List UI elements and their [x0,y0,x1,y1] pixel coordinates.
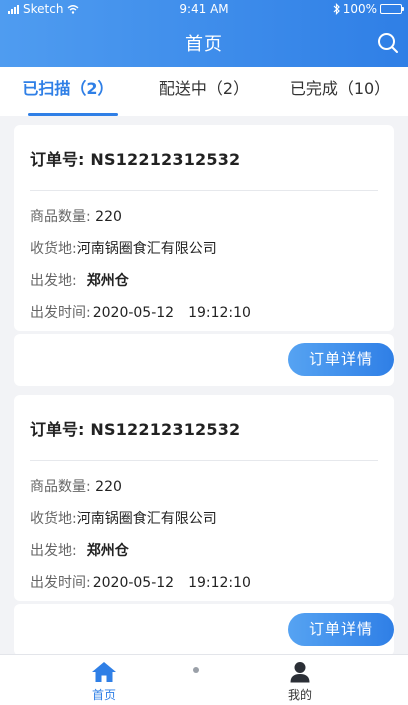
tab-completed[interactable]: 已完成（10） [272,67,408,116]
page-indicator-dot [193,667,199,673]
status-bar: Sketch 9:41 AM 100% [0,0,408,18]
app-header: Sketch 9:41 AM 100% 首页 [0,0,408,67]
order-card: 订单号: NS12212312532 商品数量: 220 收货地:河南锅圈食汇有限… [14,395,394,601]
departure-time-row: 出发时间: 2020-05-12 19:12:10 [30,297,378,329]
order-number-row: 订单号: NS12212312532 [30,395,378,461]
tabbar-home[interactable]: 首页 [69,661,139,703]
origin-value: 郑州仓 [86,273,129,289]
bluetooth-icon [333,3,340,15]
order-number-row: 订单号: NS12212312532 [30,125,378,191]
user-icon [290,662,310,683]
receiver-label: 收货地: [30,511,77,527]
order-card: 订单号: NS12212312532 商品数量: 220 收货地:河南锅圈食汇有限… [14,125,394,331]
tabbar-home-label: 首页 [91,688,116,702]
order-actions: 订单详情 [14,604,394,654]
departure-time-label: 出发时间: [30,575,91,591]
order-number-label: 订单号: [30,150,85,169]
quantity-label: 商品数量: [30,209,91,225]
order-number: NS12212312532 [90,420,241,439]
order-number: NS12212312532 [90,150,241,169]
page-title: 首页 [185,34,223,55]
origin-label: 出发地: [30,273,77,289]
order-item: 订单号: NS12212312532 商品数量: 220 收货地:河南锅圈食汇有限… [14,125,394,386]
origin-row: 出发地: 郑州仓 [30,535,378,567]
tabbar-mine-label: 我的 [287,688,312,702]
order-actions: 订单详情 [14,334,394,386]
origin-label: 出发地: [30,543,77,559]
home-icon [92,662,116,682]
receiver-row: 收货地:河南锅圈食汇有限公司 [30,233,378,265]
order-detail-button[interactable]: 订单详情 [288,343,394,376]
receiver-value: 河南锅圈食汇有限公司 [76,241,217,257]
search-icon[interactable] [376,31,400,55]
receiver-label: 收货地: [30,241,77,257]
departure-time-value: 2020-05-12 19:12:10 [92,305,251,321]
order-item: 订单号: NS12212312532 商品数量: 220 收货地:河南锅圈食汇有限… [14,395,394,654]
quantity-value: 220 [95,479,122,495]
departure-time-label: 出发时间: [30,305,91,321]
tab-delivering[interactable]: 配送中（2） [136,67,272,116]
origin-row: 出发地: 郑州仓 [30,265,378,297]
order-list[interactable]: 订单号: NS12212312532 商品数量: 220 收货地:河南锅圈食汇有限… [0,116,408,654]
tabbar-mine[interactable]: 我的 [265,661,335,703]
departure-time-row: 出发时间: 2020-05-12 19:12:10 [30,567,378,599]
order-number-label: 订单号: [30,420,85,439]
order-status-tabs: 已扫描（2） 配送中（2） 已完成（10） [0,67,408,116]
battery-icon [380,4,404,14]
quantity-row: 商品数量: 220 [30,201,378,233]
receiver-row: 收货地:河南锅圈食汇有限公司 [30,503,378,535]
quantity-label: 商品数量: [30,479,91,495]
tab-scanned[interactable]: 已扫描（2） [0,67,136,116]
quantity-row: 商品数量: 220 [30,471,378,503]
origin-value: 郑州仓 [86,543,129,559]
departure-time-value: 2020-05-12 19:12:10 [92,575,251,591]
receiver-value: 河南锅圈食汇有限公司 [76,511,217,527]
battery-percent: 100% [342,2,377,16]
quantity-value: 220 [95,209,122,225]
order-detail-button[interactable]: 订单详情 [288,613,394,646]
bottom-tab-bar: 首页 我的 [0,654,408,705]
